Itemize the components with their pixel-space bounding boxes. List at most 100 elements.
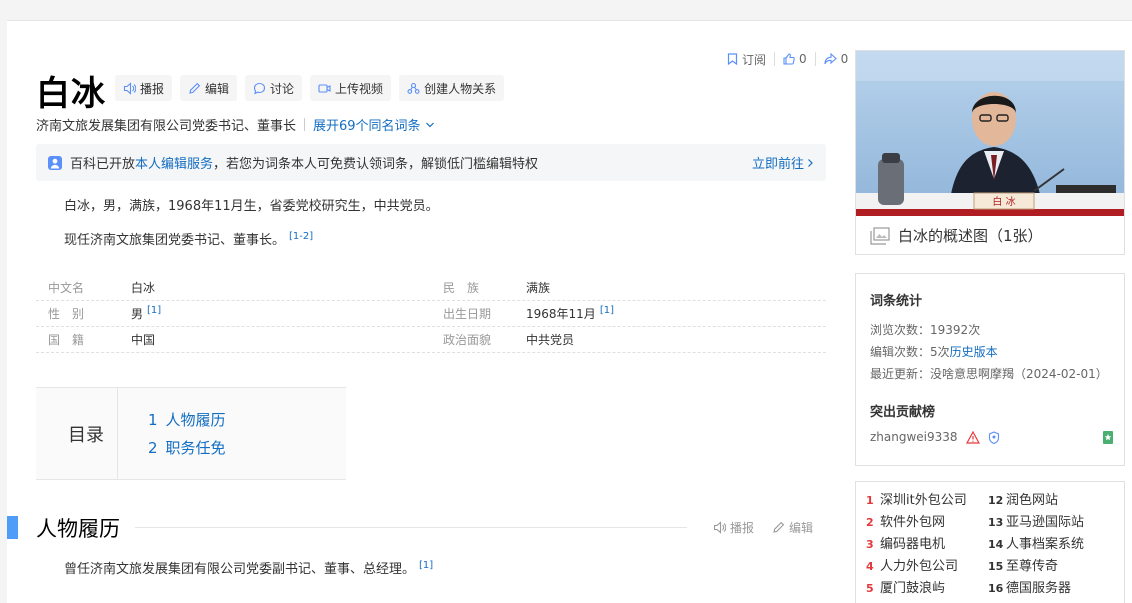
hot-search-grid: 1 深圳it外包公司 12 润色网站 2 软件外包网 13 亚马逊国际站 3 编码器电机 14 人事档… <box>866 490 1114 600</box>
speaker-icon <box>123 81 136 95</box>
self-edit-service-link[interactable]: 本人编辑服务 <box>135 153 213 172</box>
discuss-button[interactable]: 讨论 <box>245 75 303 101</box>
upload-video-button[interactable]: 上传视频 <box>310 75 392 101</box>
portrait-photo[interactable]: 白 冰 <box>856 51 1124 216</box>
image-gallery-icon <box>870 226 890 245</box>
updated-label: 最近更新： <box>870 367 931 381</box>
views-line: 浏览次数：19392次 <box>870 319 1110 341</box>
hot-search-item[interactable]: 3 编码器电机 <box>866 534 988 556</box>
share-button[interactable]: 0 <box>816 52 857 66</box>
speaker-icon <box>713 521 726 534</box>
divider <box>304 118 306 131</box>
video-camera-icon <box>318 83 331 93</box>
toc-text: 职务任免 <box>165 439 226 457</box>
hot-search-item[interactable]: 15 至尊传奇 <box>988 556 1118 578</box>
hot-search-rank: 12 <box>988 494 1004 507</box>
basic-info-row: 国 籍 中国 政治面貌 中共党员 <box>36 327 826 353</box>
like-count: 0 <box>799 52 807 66</box>
share-count: 0 <box>840 52 849 66</box>
flag-badge-icon[interactable] <box>1102 430 1114 445</box>
people-relation-icon <box>407 82 420 94</box>
hot-search-text: 深圳it外包公司 <box>880 493 967 508</box>
broadcast-button[interactable]: 播报 <box>115 75 173 101</box>
subscribe-button[interactable]: 订阅 <box>719 51 774 68</box>
table-of-contents: 目录 1 人物履历 2 职务任免 <box>36 387 346 480</box>
hot-search-rank: 15 <box>988 560 1004 573</box>
reference-link[interactable]: [1] <box>419 560 433 571</box>
toc-item[interactable]: 2 职务任免 <box>148 434 226 462</box>
info-value: 男 <box>131 307 144 321</box>
summary-text: 现任济南文旅集团党委书记、董事长。 <box>64 233 286 248</box>
upload-video-label: 上传视频 <box>335 81 384 96</box>
hot-search-item[interactable]: 1 深圳it外包公司 <box>866 490 988 512</box>
photo-caption[interactable]: 白冰的概述图（1张） <box>870 225 1043 246</box>
hot-search-rank: 5 <box>866 582 874 595</box>
section-edit-button[interactable]: 编辑 <box>772 519 813 536</box>
history-version-link[interactable]: 历史版本 <box>950 345 998 359</box>
hot-search-rank: 1 <box>866 494 874 507</box>
edits-label: 编辑次数： <box>870 345 931 359</box>
notice-prefix: 百科已开放 <box>70 157 136 172</box>
hot-search-item[interactable]: 13 亚马逊国际站 <box>988 512 1118 534</box>
hot-search-text: 至尊传奇 <box>1006 559 1059 574</box>
create-relation-label: 创建人物关系 <box>424 81 497 96</box>
section-text: 曾任济南文旅发展集团有限公司党委副书记、董事、总经理。 <box>64 562 416 577</box>
updated-user[interactable]: 没啥意思啊摩羯 <box>930 367 1014 381</box>
bookmark-icon <box>727 53 738 65</box>
reference-link[interactable]: [1] <box>147 305 161 322</box>
chevron-right-icon <box>808 158 813 167</box>
subscribe-label: 订阅 <box>742 52 767 67</box>
hot-search-rank: 13 <box>988 516 1004 529</box>
hot-search-item[interactable]: 4 人力外包公司 <box>866 556 988 578</box>
thumbs-up-icon <box>783 53 795 65</box>
edits-value: 5次 <box>930 345 950 359</box>
section-broadcast-button[interactable]: 播报 <box>713 519 754 536</box>
hot-search-text: 厦门鼓浪屿 <box>880 581 946 596</box>
contributor-name[interactable]: zhangwei9338 <box>870 430 958 444</box>
hot-search-item[interactable]: 16 德国服务器 <box>988 578 1118 600</box>
warning-badge-icon <box>965 430 980 444</box>
info-key: 性 别 <box>48 307 85 321</box>
toc-number: 2 <box>148 439 158 457</box>
basic-info-row: 中文名 白冰 民 族 满族 <box>36 275 826 301</box>
hot-search-text: 软件外包网 <box>880 515 946 530</box>
like-button[interactable]: 0 <box>775 52 815 66</box>
hot-search-rank: 14 <box>988 538 1004 551</box>
hot-search-list: 1 深圳it外包公司 12 润色网站 2 软件外包网 13 亚马逊国际站 3 编码器电机 14 人事档… <box>855 481 1125 603</box>
hot-search-text: 人事档案系统 <box>1006 537 1085 552</box>
toc-label: 目录 <box>36 388 118 479</box>
toc-item[interactable]: 1 人物履历 <box>148 406 226 434</box>
hot-search-text: 编码器电机 <box>880 537 946 552</box>
goto-link[interactable]: 立即前往 <box>752 153 814 172</box>
section-edit-label: 编辑 <box>789 521 814 535</box>
hot-search-item[interactable]: 12 润色网站 <box>988 490 1118 512</box>
edit-button[interactable]: 编辑 <box>180 75 238 101</box>
hot-search-text: 德国服务器 <box>1006 581 1072 596</box>
info-value: 白冰 <box>131 281 156 295</box>
info-key: 国 籍 <box>48 333 85 347</box>
hot-search-item[interactable]: 14 人事档案系统 <box>988 534 1118 556</box>
edits-line: 编辑次数：5次历史版本 <box>870 341 1110 363</box>
basic-info-table: 中文名 白冰 民 族 满族 性 别 男 [1] 出生日期 1968年11月 [1] … <box>36 275 826 353</box>
toc-text: 人物履历 <box>165 411 226 429</box>
section-broadcast-label: 播报 <box>730 521 755 535</box>
hot-search-text: 人力外包公司 <box>880 559 959 574</box>
create-relation-button[interactable]: 创建人物关系 <box>399 75 505 101</box>
edit-label: 编辑 <box>205 81 230 96</box>
toc-items: 1 人物履历 2 职务任免 <box>148 406 226 462</box>
hot-search-item[interactable]: 2 软件外包网 <box>866 512 988 534</box>
hot-search-text: 润色网站 <box>1006 493 1059 508</box>
reference-link[interactable]: [1-2] <box>289 231 313 242</box>
section-divider <box>135 527 687 528</box>
info-key: 民 族 <box>443 281 480 295</box>
reference-link[interactable]: [1] <box>600 305 614 322</box>
nationality-link[interactable]: 中国 <box>131 331 155 348</box>
updated-line: 最近更新：没啥意思啊摩羯（2024-02-01） <box>870 363 1110 385</box>
broadcast-label: 播报 <box>140 81 165 96</box>
info-key: 政治面貌 <box>443 333 492 347</box>
hot-search-item[interactable]: 5 厦门鼓浪屿 <box>866 578 988 600</box>
hot-search-rank: 16 <box>988 582 1004 595</box>
homonym-link[interactable]: 展开69个同名词条 <box>313 115 435 134</box>
chat-bubble-icon <box>253 82 266 95</box>
summary-photo-card[interactable]: 白 冰 白冰的概述图（1张） <box>855 50 1125 255</box>
